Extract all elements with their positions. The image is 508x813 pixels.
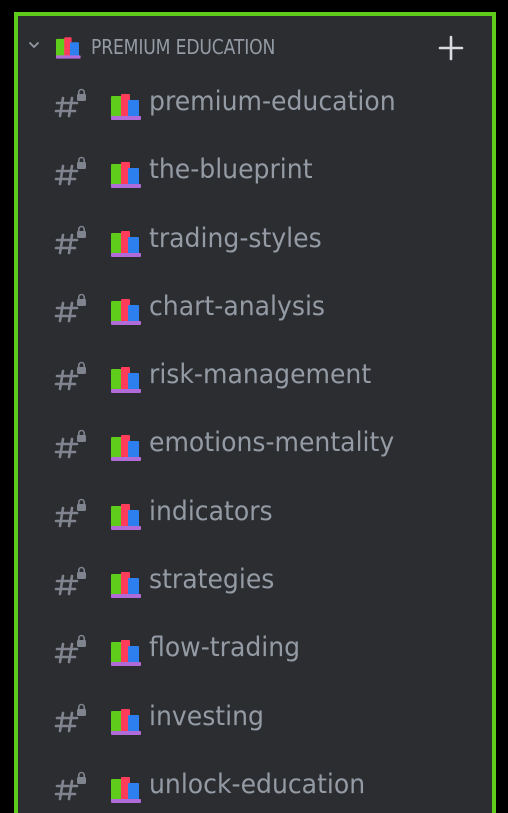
channel-item[interactable]: flow-trading	[18, 620, 492, 688]
channel-item[interactable]: trading-styles	[18, 211, 492, 279]
books-emoji-icon	[111, 227, 143, 257]
locked-hash-icon	[54, 430, 86, 459]
locked-hash-icon	[54, 361, 86, 391]
books-emoji-icon	[111, 568, 143, 599]
locked-hash-icon	[54, 225, 86, 254]
books-emoji-icon	[111, 773, 143, 803]
locked-hash-icon	[54, 703, 86, 732]
channel-item[interactable]: emotions-mentality	[18, 415, 492, 483]
category-header[interactable]: PREMIUM EDUCATION	[18, 16, 492, 76]
plus-icon[interactable]	[438, 35, 464, 61]
channel-label: investing	[149, 700, 264, 732]
books-emoji-icon	[56, 34, 88, 64]
channel-item[interactable]: chart-analysis	[18, 279, 492, 347]
channel-label: premium-education	[149, 86, 396, 117]
books-emoji-icon	[111, 431, 143, 462]
locked-hash-icon	[54, 566, 86, 596]
channel-item[interactable]: premium-education	[18, 74, 492, 142]
chevron-down-icon[interactable]	[28, 40, 40, 50]
locked-hash-icon	[54, 771, 86, 801]
channel-label: the-blueprint	[149, 154, 313, 186]
books-emoji-icon	[111, 158, 143, 189]
locked-hash-icon	[54, 498, 86, 528]
channel-label: trading-styles	[149, 222, 322, 254]
channel-item[interactable]: indicators	[18, 484, 492, 552]
channel-label: risk-management	[149, 359, 372, 391]
channel-list: premium-education the-blueprint trading-…	[18, 74, 492, 813]
books-emoji-icon	[111, 90, 143, 120]
locked-hash-icon	[54, 157, 86, 186]
channel-label: unlock-education	[149, 768, 366, 800]
category-label: PREMIUM EDUCATION	[91, 35, 276, 59]
channel-item[interactable]: strategies	[18, 552, 492, 620]
channel-sidebar-panel: PREMIUM EDUCATION premium-education the-…	[14, 12, 496, 813]
channel-item[interactable]: the-blueprint	[18, 142, 492, 210]
channel-item[interactable]: risk-management	[18, 347, 492, 415]
books-emoji-icon	[111, 636, 143, 667]
channel-label: emotions-mentality	[149, 427, 395, 459]
locked-hash-icon	[54, 293, 86, 323]
books-emoji-icon	[111, 295, 143, 325]
channel-label: strategies	[149, 564, 275, 596]
books-emoji-icon	[111, 500, 143, 530]
books-emoji-icon	[111, 363, 143, 394]
locked-hash-icon	[54, 88, 86, 118]
channel-label: indicators	[149, 495, 273, 527]
books-emoji-icon	[111, 705, 143, 735]
channel-label: chart-analysis	[149, 290, 326, 322]
locked-hash-icon	[54, 635, 86, 664]
channel-item[interactable]: investing	[18, 689, 492, 757]
channel-item[interactable]: unlock-education	[18, 757, 492, 813]
channel-label: flow-trading	[149, 632, 301, 664]
